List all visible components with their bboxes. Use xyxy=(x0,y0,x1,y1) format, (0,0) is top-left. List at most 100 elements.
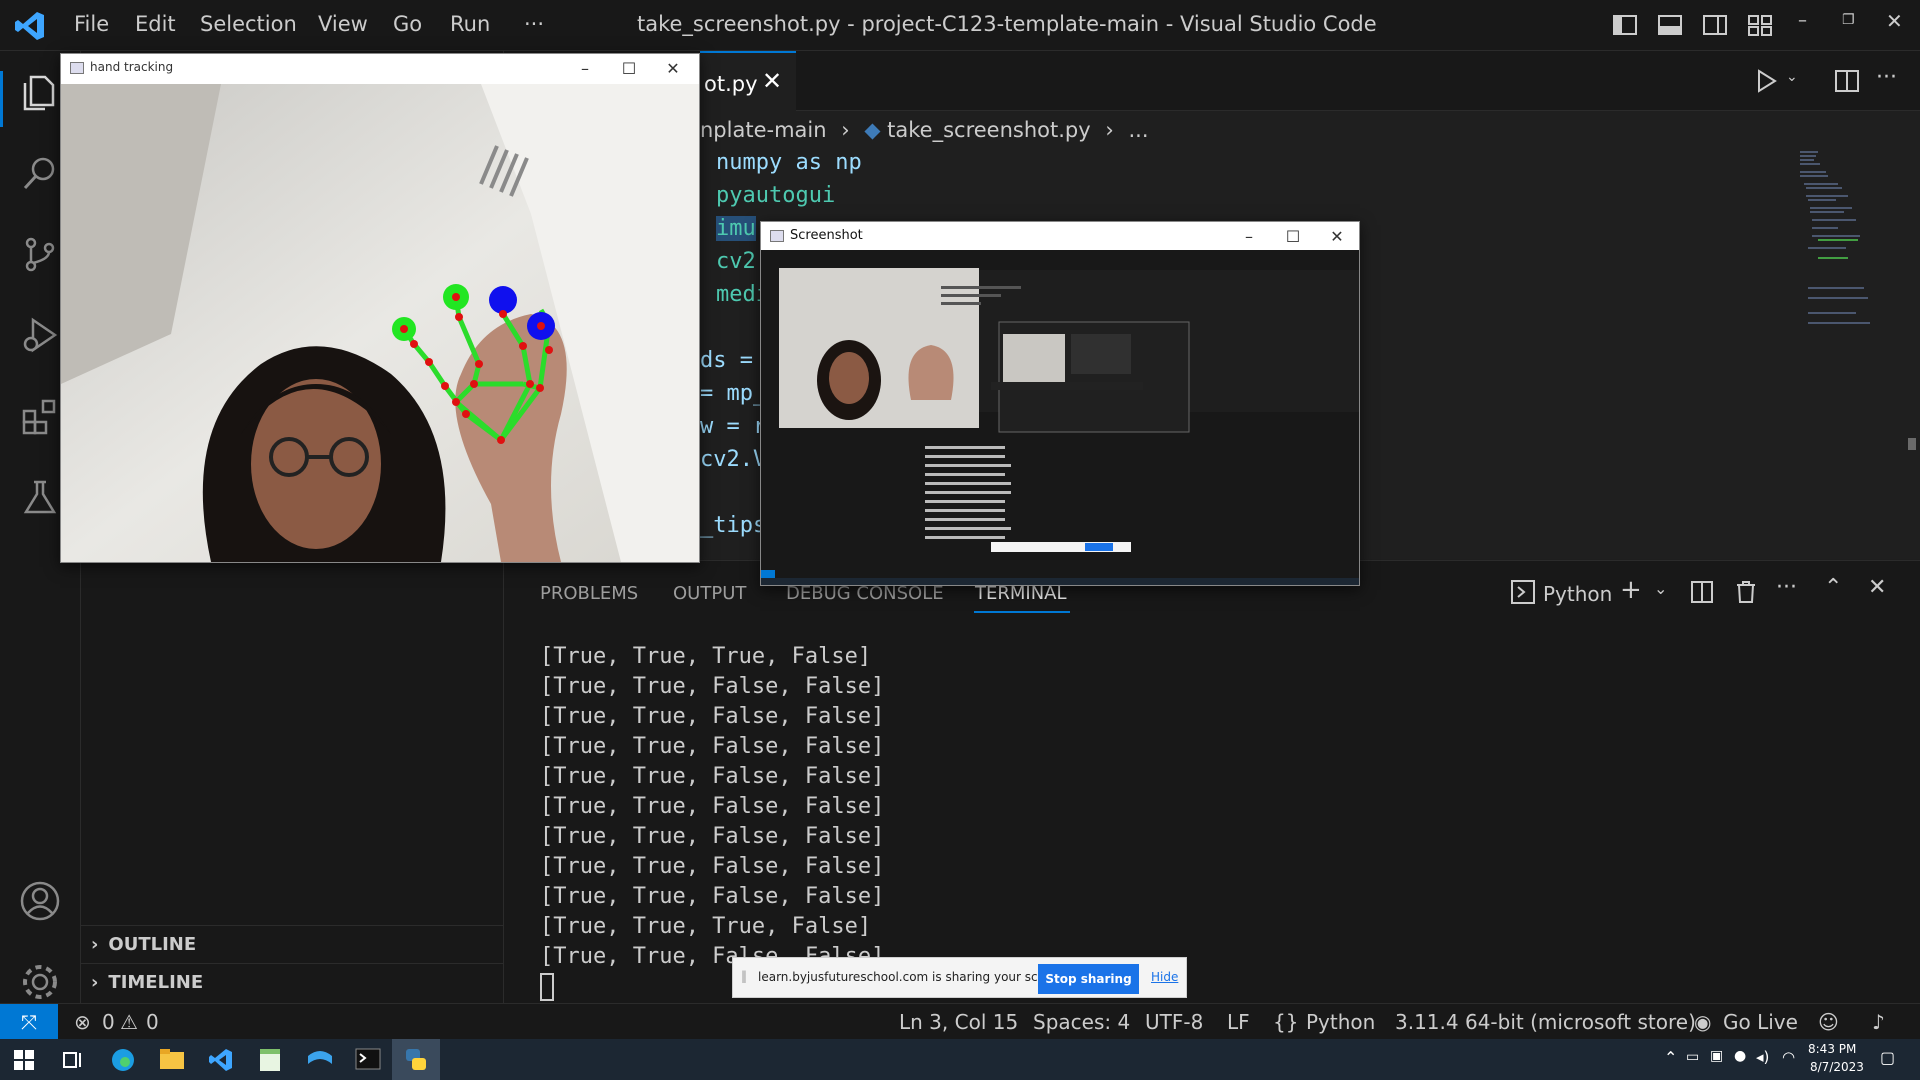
encoding[interactable]: UTF-8 xyxy=(1145,1010,1203,1034)
minimize-icon[interactable]: – xyxy=(563,54,607,82)
run-file-icon[interactable] xyxy=(1756,68,1778,98)
microphone-icon[interactable]: ● xyxy=(1734,1048,1746,1064)
explorer-icon[interactable] xyxy=(16,68,64,116)
shell-label[interactable]: Python xyxy=(1543,582,1612,606)
toggle-panel-icon[interactable] xyxy=(1657,13,1683,37)
remote-indicator[interactable]: ⤧ xyxy=(0,1004,58,1040)
warning-icon[interactable]: ⚠ xyxy=(120,1010,138,1034)
close-panel-icon[interactable]: ✕ xyxy=(1868,575,1886,600)
minimap[interactable] xyxy=(1798,148,1888,368)
menu-view[interactable]: View xyxy=(318,12,368,36)
testing-icon[interactable] xyxy=(16,473,64,521)
close-icon[interactable]: ✕ xyxy=(651,54,695,82)
account-icon[interactable] xyxy=(16,877,64,925)
tab-terminal[interactable]: TERMINAL xyxy=(975,583,1067,604)
trash-icon[interactable] xyxy=(1734,579,1758,609)
language-mode[interactable]: Python xyxy=(1306,1010,1375,1034)
menu-edit[interactable]: Edit xyxy=(135,12,176,36)
toggle-secondary-sidebar-icon[interactable] xyxy=(1702,13,1728,37)
python-file-icon: ◆ xyxy=(864,118,881,142)
source-control-icon[interactable] xyxy=(16,230,64,278)
hand-tracking-window[interactable]: hand tracking – ☐ ✕ xyxy=(60,53,700,563)
terminal-line: [True, True, True, False] xyxy=(540,644,872,669)
run-debug-icon[interactable] xyxy=(16,311,64,359)
menu-more[interactable]: ··· xyxy=(524,12,544,36)
edge-browser-icon[interactable] xyxy=(110,1047,136,1077)
breadcrumb: nplate-main › ◆ take_screenshot.py › ... xyxy=(700,118,1149,142)
tab-close-icon[interactable]: ✕ xyxy=(762,67,782,95)
tab-output[interactable]: OUTPUT xyxy=(673,583,746,604)
clock-time[interactable]: 8:43 PM xyxy=(1808,1042,1856,1056)
clock-date[interactable]: 8/7/2023 xyxy=(1810,1060,1864,1074)
toggle-sidebar-icon[interactable] xyxy=(1612,13,1638,37)
bell-icon[interactable]: ♪ xyxy=(1872,1010,1885,1034)
menu-go[interactable]: Go xyxy=(393,12,422,36)
vscode-taskbar-icon[interactable] xyxy=(208,1047,234,1077)
split-editor-icon[interactable] xyxy=(1834,68,1860,98)
maximize-panel-icon[interactable]: ⌃ xyxy=(1824,575,1842,600)
stop-sharing-button[interactable]: Stop sharing xyxy=(1038,964,1139,994)
minimize-icon[interactable]: – xyxy=(1227,222,1271,250)
breadcrumb-symbol[interactable]: ... xyxy=(1128,118,1148,142)
notification-icon[interactable]: ▢ xyxy=(1880,1048,1895,1067)
menu-run[interactable]: Run xyxy=(450,12,490,36)
hand-tracking-titlebar[interactable]: hand tracking – ☐ ✕ xyxy=(61,54,699,84)
hide-link[interactable]: Hide xyxy=(1151,970,1178,984)
menu-selection[interactable]: Selection xyxy=(200,12,297,36)
error-icon[interactable]: ⊗ xyxy=(74,1010,91,1034)
task-view-icon[interactable] xyxy=(62,1050,82,1074)
restore-icon[interactable]: ❐ xyxy=(1842,12,1855,28)
windows-start-icon[interactable] xyxy=(14,1050,34,1074)
device-icon[interactable]: ▣ xyxy=(1710,1048,1723,1064)
tab-debug-console[interactable]: DEBUG CONSOLE xyxy=(786,583,944,604)
maximize-icon[interactable]: ☐ xyxy=(607,54,651,82)
panel-more-icon[interactable]: ··· xyxy=(1776,575,1797,600)
code-line: w = r xyxy=(700,414,767,439)
settings-gear-icon[interactable] xyxy=(16,958,64,1006)
minimize-icon[interactable]: – xyxy=(1798,10,1807,31)
notepad-icon[interactable] xyxy=(258,1047,282,1077)
timeline-section[interactable]: › TIMELINE xyxy=(81,963,504,1001)
search-icon[interactable] xyxy=(16,149,64,197)
screenshot-titlebar[interactable]: Screenshot – ☐ ✕ xyxy=(761,222,1359,250)
breadcrumb-file[interactable]: take_screenshot.py xyxy=(887,118,1091,142)
customize-layout-icon[interactable] xyxy=(1747,13,1773,37)
go-live[interactable]: Go Live xyxy=(1723,1010,1798,1034)
battery-icon[interactable]: ▭ xyxy=(1686,1049,1699,1065)
volume-icon[interactable]: ◂) xyxy=(1756,1048,1769,1066)
store-app-icon[interactable] xyxy=(306,1048,334,1076)
extensions-icon[interactable] xyxy=(16,392,64,440)
new-terminal-icon[interactable]: + xyxy=(1620,575,1642,605)
breadcrumb-folder[interactable]: nplate-main xyxy=(700,118,827,142)
maximize-icon[interactable]: ☐ xyxy=(1271,222,1315,250)
end-of-line[interactable]: LF xyxy=(1227,1010,1250,1034)
warning-count[interactable]: 0 xyxy=(146,1010,159,1034)
screenshot-window[interactable]: Screenshot – ☐ ✕ xyxy=(760,221,1360,586)
more-actions-icon[interactable]: ··· xyxy=(1876,65,1897,90)
code-line: = mp_ xyxy=(700,381,767,406)
terminal-dropdown-icon[interactable]: ⌄ xyxy=(1654,579,1667,598)
scrollbar-thumb[interactable] xyxy=(1908,438,1916,450)
code-line: ds = xyxy=(700,348,753,373)
error-count[interactable]: 0 xyxy=(102,1010,115,1034)
indentation[interactable]: Spaces: 4 xyxy=(1033,1010,1130,1034)
menu-file[interactable]: File xyxy=(74,12,109,36)
tab-problems[interactable]: PROBLEMS xyxy=(540,583,638,604)
terminal-app-icon[interactable] xyxy=(355,1048,381,1074)
file-explorer-icon[interactable] xyxy=(159,1048,185,1074)
wifi-icon[interactable]: ◠ xyxy=(1782,1048,1795,1066)
python-interpreter[interactable]: 3.11.4 64-bit (microsoft store) xyxy=(1395,1010,1696,1034)
terminal-line: [True, True, False, False] xyxy=(540,674,885,699)
drag-handle-icon[interactable]: ‖ xyxy=(741,969,747,983)
close-icon[interactable]: ✕ xyxy=(1886,9,1903,33)
split-terminal-icon[interactable] xyxy=(1690,580,1714,608)
tab-take-screenshot[interactable]: ot.py ✕ xyxy=(700,51,796,111)
feedback-icon[interactable]: ☺ xyxy=(1818,1010,1839,1034)
close-icon[interactable]: ✕ xyxy=(1315,222,1359,250)
remote-icon: ⤧ xyxy=(21,1010,37,1034)
cursor-position[interactable]: Ln 3, Col 15 xyxy=(899,1010,1018,1034)
outline-section[interactable]: › OUTLINE xyxy=(81,925,504,963)
tray-up-icon[interactable]: ⌃ xyxy=(1664,1048,1677,1067)
python-app-button[interactable] xyxy=(392,1039,440,1080)
run-dropdown-icon[interactable]: ⌄ xyxy=(1786,69,1798,85)
